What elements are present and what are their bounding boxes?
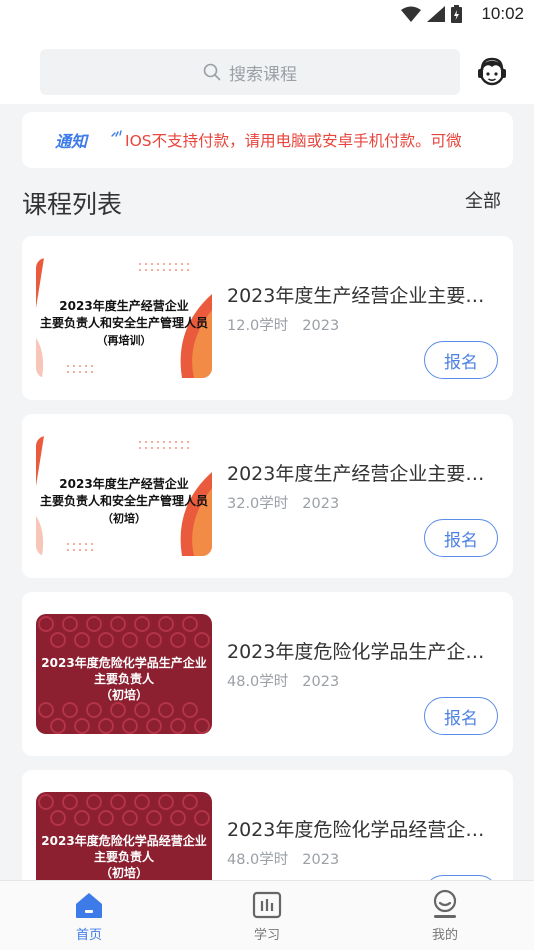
thumbnail-line-1: 2023年度生产经营企业 [59,299,189,313]
course-thumbnail: 2023年度生产经营企业 主要负责人和安全生产管理人员 （再培训） [36,258,212,378]
thumbnail-line-3: （再培训） [96,334,152,347]
course-card[interactable]: 2023年度生产经营企业 主要负责人和安全生产管理人员 （初培） 2023年度生… [22,414,513,578]
course-thumbnail: 2023年度危险化学品生产企业 主要负责人 （初培） [36,614,212,734]
study-icon [252,891,282,919]
course-meta: 48.0学时 2023 [227,670,339,691]
course-meta: 12.0学时 2023 [227,314,339,335]
thumbnail-line-3: （初培） [102,512,146,525]
thumbnail-line-2: 主要负责人和安全生产管理人员 [39,316,208,330]
status-icons [401,5,462,23]
customer-service-icon[interactable] [474,54,510,90]
course-year: 2023 [302,318,340,334]
course-card[interactable]: 2023年度危险化学品生产企业 主要负责人 （初培） 2023年度危险化学品生产… [22,592,513,756]
course-thumbnail: 2023年度生产经营企业 主要负责人和安全生产管理人员 （初培） [36,436,212,556]
course-meta: 48.0学时 2023 [227,848,339,869]
thumbnail-line-2: 主要负责人 [93,850,154,864]
search-icon [203,63,221,81]
notice-tag: 通知 [55,132,88,151]
course-year: 2023 [302,674,340,690]
thumbnail-line-3: （初培） [99,688,148,702]
thumbnail-line-2: 主要负责人和安全生产管理人员 [39,494,208,508]
view-all-link[interactable]: 全部 [465,187,501,213]
tab-home[interactable]: 首页 [0,881,178,950]
thumbnail-line-2: 主要负责人 [93,672,154,686]
signal-icon [427,6,445,22]
notice-sparkle-icon [111,130,122,137]
status-bar: 10:02 [0,0,534,30]
course-title[interactable]: 2023年度生产经营企业主要负责人和安全生产管理人员（初培） [227,459,497,486]
course-hours: 32.0学时 [227,496,289,512]
enroll-button[interactable]: 报名 [424,341,498,379]
search-placeholder: 搜索课程 [229,64,297,85]
course-year: 2023 [302,852,340,868]
enroll-button[interactable]: 报名 [424,697,498,735]
tab-label: 我的 [431,928,458,943]
thumbnail-line-3: （初培） [99,866,148,880]
enroll-button[interactable]: 报名 [424,519,498,557]
notice-text: IOS不支持付款，请用电脑或安卓手机付款。可微 [125,132,462,150]
profile-icon [433,889,457,918]
tab-profile[interactable]: 我的 [356,881,534,950]
course-title[interactable]: 2023年度生产经营企业主要负责人和安全生产管理人员（再培训） [227,281,497,308]
notice-banner[interactable]: 通知 IOS不支持付款，请用电脑或安卓手机付款。可微 [22,112,513,168]
course-meta: 32.0学时 2023 [227,492,339,513]
thumbnail-line-1: 2023年度危险化学品生产企业 [41,656,207,670]
thumbnail-line-1: 2023年度生产经营企业 [59,477,189,491]
bottom-tab-bar: 首页 学习 我的 [0,880,534,950]
tab-study[interactable]: 学习 [178,881,356,950]
section-title: 课程列表 [22,190,123,219]
top-bar: 搜索课程 [0,30,534,104]
wifi-icon [401,6,421,22]
course-title[interactable]: 2023年度危险化学品经营企业主要负责人（初培） [227,815,497,842]
tab-label: 学习 [253,928,280,943]
status-time: 10:02 [481,4,524,23]
course-title[interactable]: 2023年度危险化学品生产企业主要负责人（初培） [227,637,497,664]
tab-label: 首页 [75,928,102,943]
battery-icon [451,5,462,23]
course-hours: 48.0学时 [227,674,289,690]
thumbnail-line-1: 2023年度危险化学品经营企业 [41,834,207,848]
search-input[interactable]: 搜索课程 [40,49,460,95]
course-hours: 48.0学时 [227,852,289,868]
course-hours: 12.0学时 [227,318,289,334]
course-card[interactable]: 2023年度生产经营企业 主要负责人和安全生产管理人员 （再培训） 2023年度… [22,236,513,400]
course-year: 2023 [302,496,340,512]
home-icon [76,893,102,918]
